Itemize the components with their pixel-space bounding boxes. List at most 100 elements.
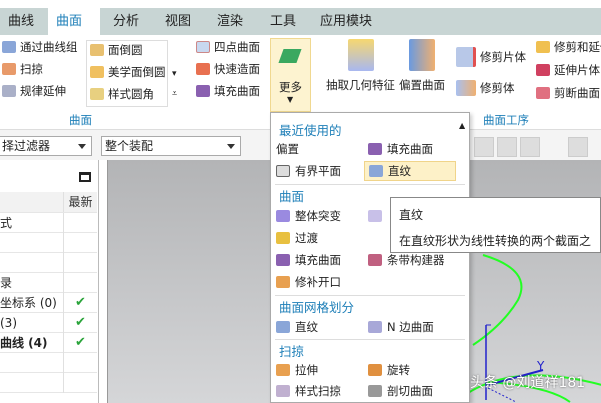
section-surface: 曲面	[279, 189, 305, 204]
tab-analysis[interactable]: 分析	[105, 8, 147, 35]
label: 剖切曲面	[387, 384, 433, 398]
table-row[interactable]	[0, 373, 97, 393]
offset-surface-button[interactable]: 偏置曲面	[399, 39, 445, 93]
menu-item-styled-sweep[interactable]: 样式扫掠	[276, 381, 341, 401]
rapid-surfacing-button[interactable]: 快速造面	[196, 61, 260, 77]
label: 条带构建器	[387, 253, 445, 267]
section-recent: 最近使用的	[279, 123, 342, 138]
offset-surface-icon	[409, 39, 435, 71]
table-row[interactable]	[0, 233, 97, 253]
label: 通过曲线组	[20, 40, 78, 54]
quick-access-bar	[0, 0, 601, 8]
row-name: 录	[0, 276, 13, 290]
menu-item-ribbon-builder[interactable]: 条带构建器	[368, 250, 445, 270]
table-row[interactable]: 录	[0, 273, 97, 293]
table-row[interactable]	[0, 353, 97, 373]
transition-icon	[276, 232, 290, 244]
extend-sheet-button[interactable]: 延伸片体	[536, 62, 600, 78]
menu-item-revolve[interactable]: 旋转	[368, 360, 410, 380]
menu-item-ruled[interactable]: 直纹	[364, 161, 456, 181]
scope-select[interactable]: 整个装配	[101, 136, 241, 156]
chevron-down-icon: ▼	[287, 95, 294, 104]
tab-curve[interactable]: 曲线	[0, 8, 42, 35]
row-name: 式	[0, 216, 13, 230]
menu-item-global-shaping[interactable]: 整体突变	[276, 206, 341, 226]
surface-icon	[368, 210, 382, 222]
end-point-icon[interactable]	[497, 137, 517, 157]
face-blend-button[interactable]: 面倒圆	[90, 42, 143, 58]
menu-item-bounded-plane[interactable]: 有界平面	[276, 161, 341, 181]
label: 有界平面	[295, 164, 341, 178]
table-row[interactable]: 曲线 (4) ✔	[0, 333, 97, 353]
trim-body-icon	[456, 80, 476, 96]
label: 偏置曲面	[399, 78, 445, 92]
latest-check-icon	[63, 373, 97, 393]
divider	[275, 184, 465, 185]
latest-check-icon	[63, 353, 97, 373]
styled-blend-button[interactable]: 样式圆角	[90, 86, 154, 102]
trim-extend-button[interactable]: 修剪和延伸	[536, 39, 601, 55]
latest-check-icon	[63, 233, 97, 253]
tab-tools[interactable]: 工具	[262, 8, 304, 35]
maximize-icon[interactable]	[79, 172, 91, 182]
menu-item-ruled-2[interactable]: 直纹	[276, 317, 318, 337]
trim-body-button[interactable]: 修剪体	[456, 80, 515, 96]
more-label: 更多	[279, 80, 302, 94]
tooltip-description: 在直纹形状为线性转换的两个截面之间	[399, 234, 592, 248]
menu-item-n-sided-surface[interactable]: N 边曲面	[368, 317, 434, 337]
gallery-expand-icon[interactable]: ⩡	[172, 89, 177, 99]
tab-surface[interactable]: 曲面	[48, 8, 100, 35]
label: 偏置	[276, 142, 299, 156]
menu-item-patch-openings[interactable]: 修补开口	[276, 272, 341, 292]
table-row[interactable]	[0, 253, 97, 273]
through-curves-button[interactable]: 通过曲线组	[2, 39, 78, 55]
extract-geometry-button[interactable]: 抽取几何特征	[326, 39, 395, 93]
n-sided-surface-icon	[368, 321, 382, 333]
menu-item-hidden[interactable]	[368, 206, 382, 226]
divide-face-button[interactable]: 剪断曲面	[536, 85, 600, 101]
patch-openings-icon	[276, 276, 290, 288]
table-row[interactable]: 坐标系 (0) ✔	[0, 293, 97, 313]
tab-render[interactable]: 渲染	[209, 8, 251, 35]
law-extension-button[interactable]: 规律延伸	[2, 83, 66, 99]
face-blend-icon	[90, 44, 104, 56]
label: 面倒圆	[108, 43, 143, 57]
section-sweep: 扫掠	[279, 344, 305, 359]
label: 抽取几何特征	[326, 78, 395, 92]
gallery-scroll-icon[interactable]: ▾	[172, 69, 177, 79]
sweep-icon	[2, 63, 16, 75]
fill-surface-button[interactable]: 填充曲面	[196, 83, 260, 99]
label: 扫掠	[20, 62, 43, 76]
label: 填充曲面	[387, 142, 433, 156]
latest-check-icon	[63, 213, 97, 233]
tab-applications[interactable]: 应用模块	[312, 8, 380, 35]
aesthetic-blend-button[interactable]: 美学面倒圆	[90, 64, 166, 80]
menu-item-extrude[interactable]: 拉伸	[276, 360, 318, 380]
table-row[interactable]: 式	[0, 213, 97, 233]
label: 样式圆角	[108, 87, 154, 101]
menu-item-fill-surface-2[interactable]: 填充曲面	[276, 250, 341, 270]
global-shaping-icon	[276, 210, 290, 222]
menu-item-fill-surface[interactable]: 填充曲面	[368, 139, 433, 159]
curve-point-icon[interactable]	[568, 137, 588, 157]
more-button[interactable]: 更多 ▼	[270, 38, 311, 112]
type-filter-select[interactable]: 择过滤器	[0, 136, 92, 156]
trim-sheet-button[interactable]: 修剪片体	[456, 47, 526, 67]
sweep-button[interactable]: 扫掠	[2, 61, 43, 77]
collapse-icon[interactable]: ▲	[459, 121, 465, 130]
extend-sheet-icon	[536, 64, 550, 76]
menu-item-transition[interactable]: 过渡	[276, 228, 318, 248]
menu-item-section-surface[interactable]: 剖切曲面	[368, 381, 433, 401]
label: 延伸片体	[554, 63, 600, 77]
ruled-icon	[276, 321, 290, 333]
tab-view[interactable]: 视图	[157, 8, 199, 35]
trim-extend-icon	[536, 41, 550, 53]
four-point-surface-button[interactable]: 四点曲面	[196, 39, 260, 55]
scope-value: 整个装配	[105, 139, 154, 153]
label: 四点曲面	[214, 40, 260, 54]
menu-item-offset[interactable]: 偏置	[276, 139, 299, 159]
table-row[interactable]: (3) ✔	[0, 313, 97, 333]
mid-point-icon[interactable]	[520, 137, 540, 157]
row-name: 坐标系 (0)	[0, 296, 57, 310]
snap-point-icon[interactable]	[474, 137, 494, 157]
